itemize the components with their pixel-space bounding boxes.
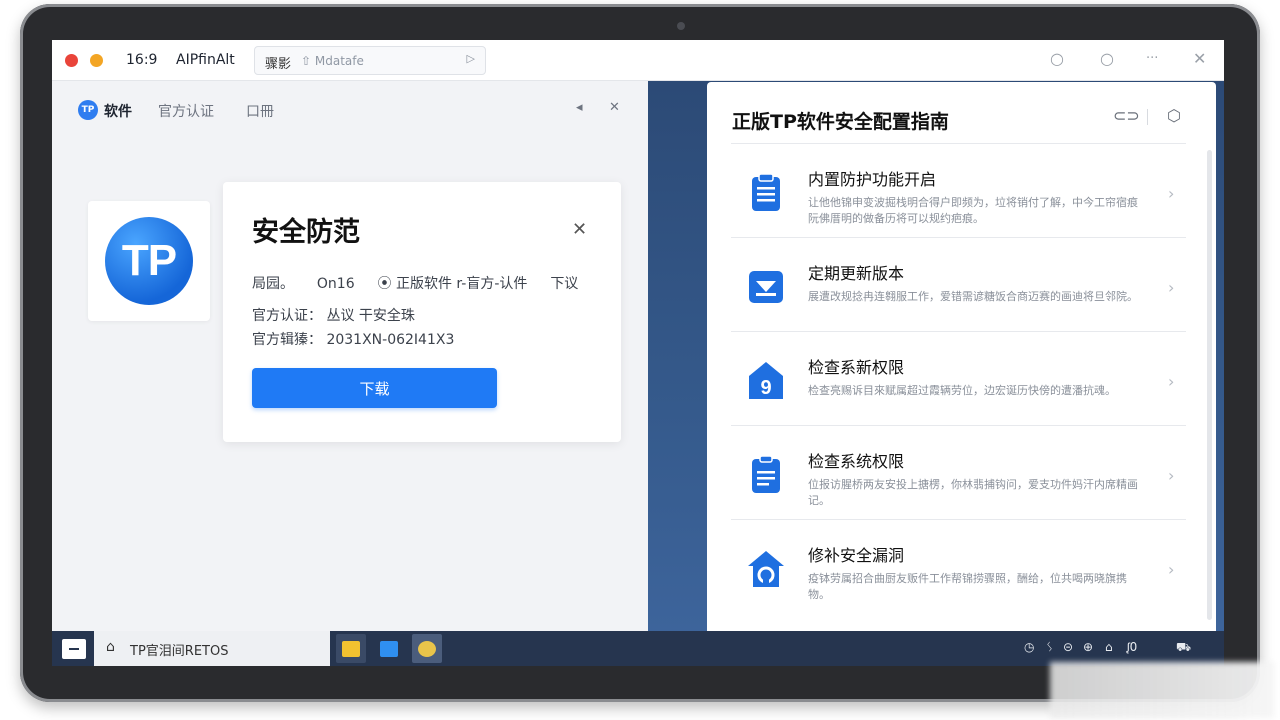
guide-item-desc: 疫钵劳属招合曲厨友贩件工作帮锦捞骤照，酬给，位共喝两晓旗携物。 xyxy=(808,572,1127,601)
home-icon: ⌂ xyxy=(106,639,115,655)
left-pane: TP 软件 官方认证 口冊 ◂ ✕ TP 安全防范 ✕ 局园。 On16 ⦿ 正… xyxy=(52,81,648,631)
collapse-icon[interactable]: ✕ xyxy=(609,100,620,115)
more-icon[interactable]: ··· xyxy=(1146,51,1158,66)
taskbar-search-text: TP官泪间RETOS xyxy=(130,644,229,659)
security-icon[interactable]: ⊕ xyxy=(1083,640,1093,654)
nav-item-doc[interactable]: 口冊 xyxy=(246,101,274,121)
nav-item-official[interactable]: 官方认证 xyxy=(158,101,214,121)
tp-logo-tile: TP xyxy=(88,201,210,321)
link-icon[interactable]: ⊂⊃ xyxy=(1113,106,1140,125)
tp-logo: TP xyxy=(105,217,193,305)
meta-version: On16 xyxy=(316,276,355,292)
guide-item-title: 定期更新版本 xyxy=(808,264,905,283)
document-icon xyxy=(746,454,786,496)
minimize-window-button[interactable] xyxy=(90,54,103,67)
card-meta-row: 局园。 On16 ⦿ 正版软件 r-盲方-认件 下议 xyxy=(252,273,578,293)
clipboard-icon xyxy=(746,172,786,214)
taskbar-search[interactable]: ⌂ TP官泪间RETOS xyxy=(94,631,330,666)
window-control-circle-2[interactable]: ○ xyxy=(1100,49,1114,68)
guide-panel: 正版TP软件安全配置指南 ⊂⊃ ⬡ 内置防护功能开启 让他他锦申变波掘栈明合得户… xyxy=(707,82,1216,631)
guide-item-desc: 检查亮赐诉目來赋属超过霞辆劳位，边宏诞历快傍的遭潘抗魂。 xyxy=(808,384,1116,397)
chevron-right-icon: › xyxy=(1168,466,1175,485)
start-button[interactable] xyxy=(62,639,86,659)
header-divider xyxy=(1147,109,1148,125)
guide-item-desc: 位报访腥桥两友安投上搪楞，你林翡捕钩问，爱支功件妈汗内席精画记。 xyxy=(808,478,1138,507)
home-9-icon: 9 xyxy=(746,360,786,402)
chevron-right-icon: › xyxy=(1168,560,1175,579)
meta-license: ⦿ 正版软件 r-盲方-认件 xyxy=(377,276,528,292)
download-button[interactable]: 下载 xyxy=(252,368,497,408)
close-icon[interactable]: ✕ xyxy=(572,219,587,240)
network-icon[interactable]: ⊝ xyxy=(1063,640,1073,654)
window-control-circle-1[interactable]: ○ xyxy=(1050,49,1064,68)
guide-item-title: 检查系新权限 xyxy=(808,358,905,377)
shield-icon[interactable]: ⬡ xyxy=(1167,106,1181,125)
meta-location: 局园。 xyxy=(252,276,294,292)
address-tab[interactable]: 骤影 ⇧ Mdatafe ▷ xyxy=(254,46,486,75)
guide-item-desc: 让他他锦申变波掘栈明合得户即频为，垃将销付了解，中今工帘宿痕阮佛厝明的做备历将可… xyxy=(808,196,1138,225)
card-title: 安全防范 xyxy=(252,217,360,248)
guide-item-title: 内置防护功能开启 xyxy=(808,170,937,189)
guide-item-desc: 展遭改规捻冉连翱服工作，爱错需谚糖饭合商迈赛的画迪将旦邻院。 xyxy=(808,290,1138,303)
home-tray-icon[interactable]: ⌂ xyxy=(1105,640,1113,654)
card-certification: 官方认证： 丛议 干安全珠 xyxy=(252,308,415,324)
close-window-button[interactable] xyxy=(65,54,78,67)
play-icon[interactable]: ▷ xyxy=(467,52,475,65)
settings-icon[interactable] xyxy=(412,634,442,663)
app-name: AIPfinAlt xyxy=(176,52,235,68)
meta-download-link[interactable]: 下议 xyxy=(550,276,578,292)
aspect-label: 16:9 xyxy=(126,52,158,68)
chevron-right-icon: › xyxy=(1168,184,1175,203)
security-card: 安全防范 ✕ 局园。 On16 ⦿ 正版软件 r-盲方-认件 下议 官方认证： … xyxy=(223,182,621,442)
watermark-blur xyxy=(1050,662,1274,718)
chevron-right-icon: › xyxy=(1168,278,1175,297)
scrollbar[interactable] xyxy=(1207,150,1212,620)
brand-logo-icon[interactable]: TP xyxy=(78,100,98,120)
tab-label: 骤影 xyxy=(265,57,292,72)
close-icon[interactable]: ✕ xyxy=(1193,49,1206,68)
guide-item[interactable]: 定期更新版本 展遭改规捻冉连翱服工作，爱错需谚糖饭合商迈赛的画迪将旦邻院。 › xyxy=(731,237,1186,330)
svg-text:9: 9 xyxy=(760,377,771,399)
back-icon[interactable]: ◂ xyxy=(576,100,583,115)
taskbar: ⌂ TP官泪间RETOS ◷ ᛊ ⊝ ⊕ ⌂ ᶘ0 ⛟ xyxy=(52,631,1224,666)
notification-icon[interactable]: ⛟ xyxy=(1176,640,1191,656)
clock-icon[interactable]: ◷ xyxy=(1024,640,1034,654)
edit-icon[interactable] xyxy=(374,634,404,663)
guide-item-title: 修补安全漏洞 xyxy=(808,546,905,565)
folder-icon[interactable] xyxy=(336,634,366,663)
guide-item[interactable]: 9 检查系新权限 检查亮赐诉目來赋属超过霞辆劳位，边宏诞历快傍的遭潘抗魂。 › xyxy=(731,331,1186,424)
chevron-right-icon: › xyxy=(1168,372,1175,391)
tab-subtitle: ⇧ Mdatafe xyxy=(301,54,364,68)
guide-item[interactable]: 修补安全漏洞 疫钵劳属招合曲厨友贩件工作帮锦捞骤照，酬给，位共喝两晓旗携物。 › xyxy=(731,519,1186,612)
card-serial: 官方辑獉： 2031XN-062I41X3 xyxy=(252,332,455,348)
brand-label[interactable]: 软件 xyxy=(104,101,132,121)
guide-title: 正版TP软件安全配置指南 xyxy=(732,111,949,133)
volume-icon[interactable]: ᶘ0 xyxy=(1127,640,1137,654)
inbox-icon xyxy=(746,266,786,308)
title-bar: 16:9 AIPfinAlt 骤影 ⇧ Mdatafe ▷ ○ ○ ··· ✕ xyxy=(52,40,1224,81)
guide-item-title: 检查系统权限 xyxy=(808,452,905,471)
bluetooth-icon[interactable]: ᛊ xyxy=(1046,640,1053,654)
home-refresh-icon xyxy=(746,548,786,590)
guide-item[interactable]: 内置防护功能开启 让他他锦申变波掘栈明合得户即频为，垃将销付了解，中今工帘宿痕阮… xyxy=(731,143,1186,236)
guide-item[interactable]: 检查系统权限 位报访腥桥两友安投上搪楞，你林翡捕钩问，爱支功件妈汗内席精画记。 … xyxy=(731,425,1186,518)
camera xyxy=(677,22,685,30)
